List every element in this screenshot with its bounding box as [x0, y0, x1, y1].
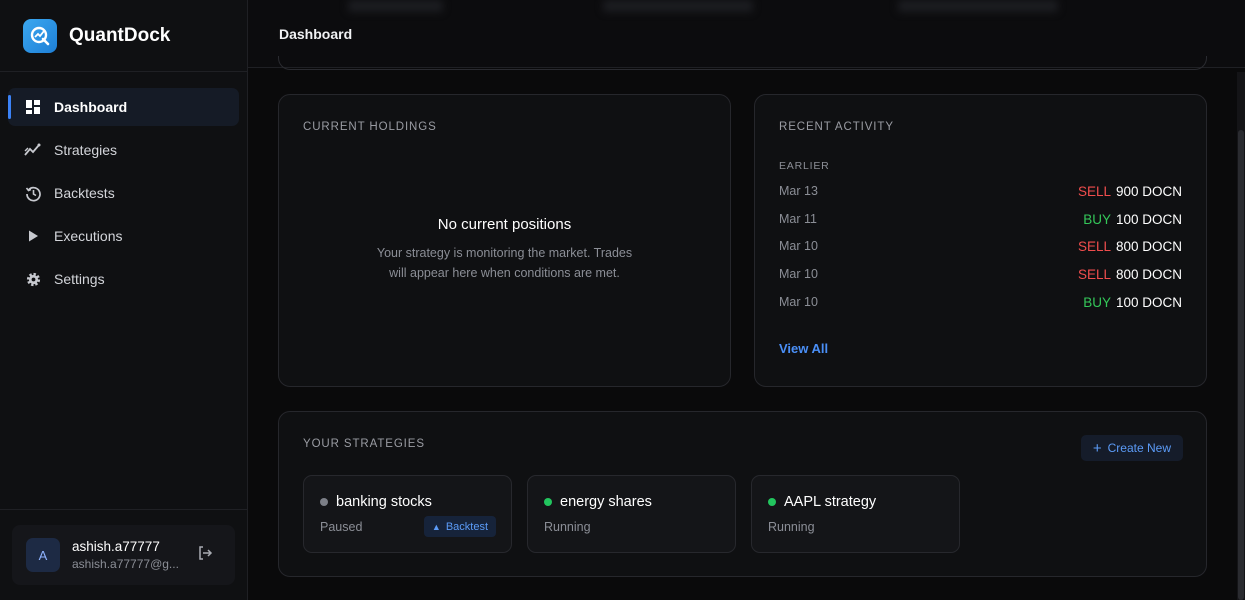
activity-row: Mar 10 BUY 100 DOCN	[779, 292, 1182, 312]
sidebar-item-strategies[interactable]: Strategies	[8, 131, 239, 169]
strategy-name-text: energy shares	[560, 494, 652, 510]
badge-label: Backtest	[445, 520, 488, 533]
create-new-label: Create New	[1107, 441, 1171, 455]
blurred-header-item	[348, 0, 443, 12]
sidebar-item-backtests[interactable]: Backtests	[8, 174, 239, 212]
sidebar-item-settings[interactable]: Settings	[8, 260, 239, 298]
plus-icon: +	[1092, 439, 1102, 457]
blurred-header-item	[603, 0, 753, 12]
activity-date: Mar 10	[779, 239, 818, 253]
sidebar-nav: Dashboard Strategies Backtests Execution…	[0, 72, 247, 298]
activity-date: Mar 11	[779, 212, 817, 226]
avatar: A	[26, 538, 60, 572]
brand[interactable]: QuantDock	[0, 0, 247, 72]
activity-date: Mar 10	[779, 267, 818, 281]
current-holdings-card: CURRENT HOLDINGS No current positions Yo…	[278, 94, 731, 387]
user-email: ashish.a77777@g...	[72, 557, 179, 571]
trade-side: SELL	[1077, 183, 1111, 199]
activity-row: Mar 10 SELL 800 DOCN	[779, 236, 1182, 256]
activity-trade: SELL 800 DOCN	[1078, 267, 1182, 282]
blurred-header-item	[898, 0, 1058, 12]
activity-trade: BUY 100 DOCN	[1083, 295, 1182, 310]
trade-qty-symbol: 800 DOCN	[1115, 266, 1182, 282]
flask-icon: ▲	[431, 521, 441, 532]
trade-qty-symbol: 900 DOCN	[1115, 183, 1182, 199]
activity-date: Mar 10	[779, 295, 818, 309]
activity-row: Mar 13 SELL 900 DOCN	[779, 181, 1182, 201]
strategy-name: banking stocks	[320, 494, 432, 510]
strategy-name: energy shares	[544, 494, 652, 510]
dashboard-grid-icon	[24, 98, 42, 116]
activity-date: Mar 13	[779, 184, 818, 198]
strategy-status: Running	[768, 520, 815, 534]
card-title: RECENT ACTIVITY	[779, 121, 894, 133]
sidebar-item-label: Executions	[54, 228, 123, 244]
sidebar-item-label: Backtests	[54, 185, 115, 201]
history-icon	[24, 184, 42, 202]
trade-side: BUY	[1083, 211, 1111, 227]
view-all-link[interactable]: View All	[779, 341, 828, 356]
card-title: CURRENT HOLDINGS	[303, 121, 437, 133]
strategy-status: Paused	[320, 520, 363, 534]
play-icon	[24, 227, 42, 245]
sidebar-item-label: Dashboard	[54, 99, 128, 115]
trade-qty-symbol: 100 DOCN	[1115, 211, 1182, 227]
trade-qty-symbol: 100 DOCN	[1115, 294, 1182, 310]
create-new-button[interactable]: + Create New	[1080, 435, 1183, 461]
your-strategies-card: YOUR STRATEGIES + Create New banking sto…	[278, 411, 1207, 577]
strategy-card-energy-shares[interactable]: energy shares Running	[527, 475, 736, 553]
app-root: QuantDock Dashboard Strategies Backtests	[0, 0, 1245, 600]
logout-icon[interactable]	[197, 545, 217, 565]
card-title: YOUR STRATEGIES	[303, 438, 425, 450]
activity-row: Mar 10 SELL 800 DOCN	[779, 264, 1182, 284]
activity-group-label: EARLIER	[779, 160, 830, 172]
empty-state-title: No current positions	[437, 216, 572, 233]
sidebar-item-dashboard[interactable]: Dashboard	[8, 88, 239, 126]
app-name: QuantDock	[69, 24, 171, 46]
strategy-name-text: banking stocks	[336, 494, 432, 510]
sidebar: QuantDock Dashboard Strategies Backtests	[0, 0, 248, 600]
trade-side: SELL	[1077, 238, 1111, 254]
empty-state-description: Your strategy is monitoring the market. …	[376, 246, 633, 280]
strategy-name-text: AAPL strategy	[784, 494, 877, 510]
strategy-card-banking-stocks[interactable]: banking stocks Paused ▲ Backtest	[303, 475, 512, 553]
strategy-status: Running	[544, 520, 591, 534]
user-name: ashish.a77777	[72, 539, 160, 554]
sidebar-item-label: Settings	[54, 271, 105, 287]
scrollbar-thumb[interactable]	[1238, 130, 1244, 600]
status-dot	[544, 498, 552, 506]
activity-trade: BUY 100 DOCN	[1083, 212, 1182, 227]
sidebar-item-executions[interactable]: Executions	[8, 217, 239, 255]
strategy-name: AAPL strategy	[768, 494, 876, 510]
sidebar-divider	[0, 509, 247, 510]
chart-line-icon	[24, 141, 42, 159]
recent-activity-card: RECENT ACTIVITY EARLIER Mar 13 SELL 900 D…	[754, 94, 1207, 387]
quantdock-logo-icon	[23, 18, 57, 53]
status-dot	[320, 498, 328, 506]
page-title: Dashboard	[279, 26, 353, 42]
status-dot	[768, 498, 776, 506]
sidebar-item-label: Strategies	[54, 142, 118, 158]
backtest-badge[interactable]: ▲ Backtest	[423, 516, 496, 537]
trade-qty-symbol: 800 DOCN	[1115, 238, 1182, 254]
activity-trade: SELL 800 DOCN	[1078, 239, 1182, 254]
trade-side: SELL	[1077, 266, 1111, 282]
gear-icon	[24, 270, 42, 288]
user-info: ashish.a77777 ashish.a77777@g...	[72, 539, 187, 571]
scrolled-card-edge	[278, 56, 1207, 70]
strategy-card-aapl-strategy[interactable]: AAPL strategy Running	[751, 475, 960, 553]
trade-side: BUY	[1083, 294, 1111, 310]
user-profile[interactable]: A ashish.a77777 ashish.a77777@g...	[12, 525, 235, 585]
activity-trade: SELL 900 DOCN	[1078, 184, 1182, 199]
activity-row: Mar 11 BUY 100 DOCN	[779, 209, 1182, 229]
